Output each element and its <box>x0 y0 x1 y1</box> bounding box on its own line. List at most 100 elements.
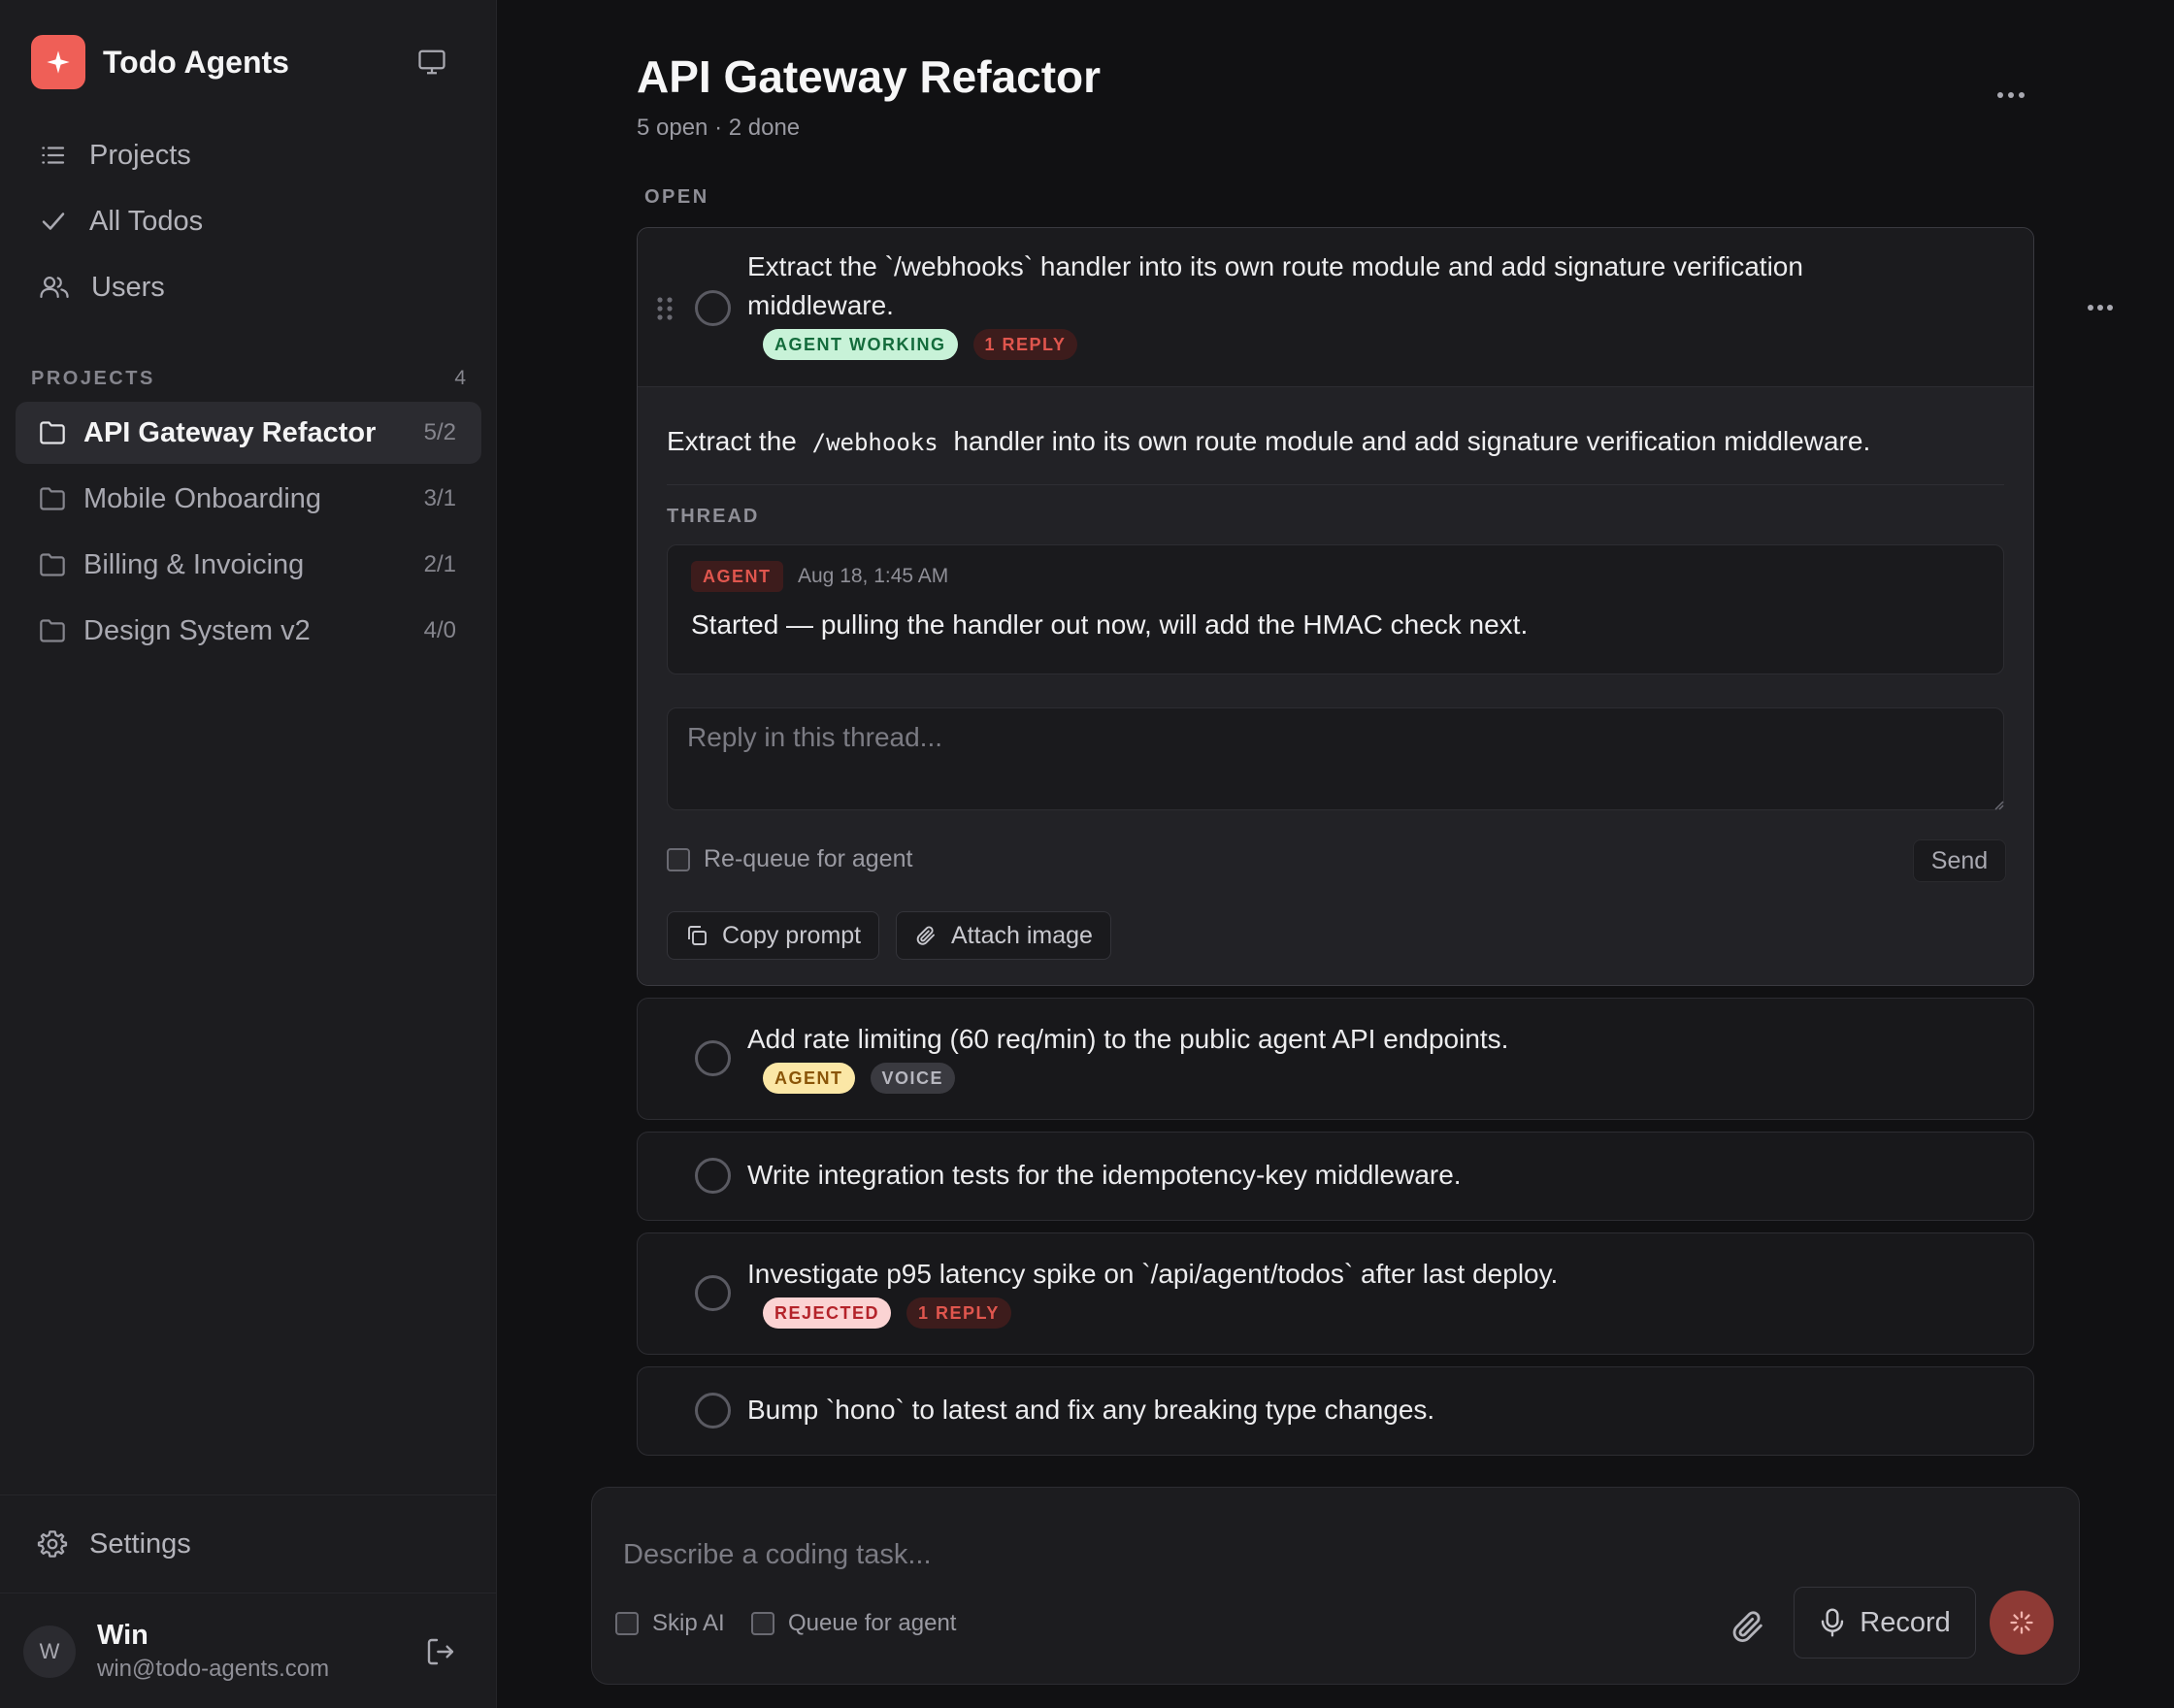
spinner-icon <box>2010 1611 2033 1634</box>
todo-card[interactable]: Bump `hono` to latest and fix any breaki… <box>637 1366 2034 1456</box>
author-badge: AGENT <box>691 561 783 592</box>
record-button[interactable]: Record <box>1794 1587 1976 1659</box>
checkbox[interactable] <box>615 1612 639 1635</box>
status-badge: AGENT WORKING <box>763 329 958 360</box>
user-name: Win <box>97 1620 148 1651</box>
page-subtitle: 5 open · 2 done <box>637 115 801 141</box>
copy-prompt-button[interactable]: Copy prompt <box>667 911 880 960</box>
sparkle-logo-icon <box>31 35 85 89</box>
section-label-open: OPEN <box>644 186 709 208</box>
folder-icon <box>40 553 65 576</box>
todo-checkbox[interactable] <box>695 1275 731 1311</box>
main-content: API Gateway Refactor 5 open · 2 done OPE… <box>498 0 2174 1708</box>
project-item-billing-invoicing[interactable]: Billing & Invoicing 2/1 <box>16 534 481 596</box>
queue-for-agent-checkbox[interactable]: Queue for agent <box>751 1610 956 1637</box>
projects-header: PROJECTS 4 <box>31 367 466 390</box>
reply-count-badge: 1 REPLY <box>906 1297 1011 1329</box>
nav-label: Users <box>91 271 165 303</box>
todo-checkbox[interactable] <box>695 290 731 326</box>
project-item-mobile-onboarding[interactable]: Mobile Onboarding 3/1 <box>16 468 481 530</box>
user-info: Win win@todo-agents.com <box>97 1620 329 1683</box>
sidebar: Todo Agents Projects All Todos Users PRO… <box>0 0 497 1708</box>
todo-card[interactable]: Investigate p95 latency spike on `/api/a… <box>637 1232 2034 1355</box>
todo-badges: REJECTED 1 REPLY <box>763 1297 1011 1329</box>
users-icon <box>40 277 69 298</box>
reply-count-badge: 1 REPLY <box>972 329 1078 360</box>
skip-ai-checkbox[interactable]: Skip AI <box>615 1610 725 1637</box>
todo-text: Investigate p95 latency spike on `/api/a… <box>747 1259 1559 1289</box>
nav-item-all-todos[interactable]: All Todos <box>16 188 481 254</box>
todo-text: Bump `hono` to latest and fix any breaki… <box>747 1395 1435 1425</box>
task-composer: Skip AI Queue for agent Record <box>591 1487 2081 1685</box>
nav-item-users[interactable]: Users <box>16 254 481 320</box>
agent-badge: AGENT <box>763 1063 855 1094</box>
project-count: 5/2 <box>423 419 456 445</box>
divider <box>667 484 2004 485</box>
todo-card[interactable]: Write integration tests for the idempote… <box>637 1132 2034 1221</box>
folder-icon <box>40 487 65 510</box>
more-options-icon[interactable] <box>1985 78 2037 113</box>
drag-handle-icon[interactable] <box>656 296 674 326</box>
checkbox[interactable] <box>667 847 690 871</box>
list-icon <box>42 147 65 164</box>
description-text: Extract the <box>667 426 797 456</box>
project-item-api-gateway-refactor[interactable]: API Gateway Refactor 5/2 <box>16 402 481 464</box>
logout-icon[interactable] <box>421 1632 460 1671</box>
check-icon <box>42 213 65 230</box>
folder-icon <box>40 619 65 642</box>
sidebar-footer: Settings W Win win@todo-agents.com <box>0 1494 497 1682</box>
settings-label: Settings <box>89 1527 191 1560</box>
todo-text: Extract the `/webhooks` handler into its… <box>747 251 1803 320</box>
todo-more-icon[interactable] <box>2074 290 2126 325</box>
checkbox[interactable] <box>751 1612 774 1635</box>
attach-image-button[interactable]: Attach image <box>896 911 1111 960</box>
queue-label: Queue for agent <box>788 1610 957 1636</box>
nav-item-projects[interactable]: Projects <box>16 122 481 188</box>
gear-icon <box>37 1530 68 1558</box>
requeue-label: Re-queue for agent <box>704 845 913 872</box>
attach-icon[interactable] <box>1722 1600 1774 1653</box>
project-name: API Gateway Refactor <box>83 416 377 448</box>
voice-badge: VOICE <box>870 1063 956 1094</box>
project-name: Mobile Onboarding <box>83 482 322 514</box>
monitor-icon[interactable] <box>413 45 450 80</box>
todo-badges: AGENT VOICE <box>763 1063 956 1094</box>
avatar[interactable]: W <box>23 1625 76 1678</box>
todo-card[interactable]: Add rate limiting (60 req/min) to the pu… <box>637 998 2034 1120</box>
todo-header[interactable]: Extract the `/webhooks` handler into its… <box>638 228 2113 387</box>
project-list: API Gateway Refactor 5/2 Mobile Onboardi… <box>16 402 481 666</box>
thread-message: AGENT Aug 18, 1:45 AM Started — pulling … <box>667 544 2004 674</box>
todo-description: Extract the /webhooks handler into its o… <box>667 422 1870 462</box>
copy-prompt-label: Copy prompt <box>722 921 862 949</box>
project-count: 4/0 <box>423 617 456 643</box>
resize-grip-icon[interactable] <box>1993 799 2004 810</box>
task-input[interactable] <box>592 1488 2081 1594</box>
todo-checkbox[interactable] <box>695 1393 731 1429</box>
submit-button[interactable] <box>1990 1591 2054 1655</box>
message-text: Started — pulling the handler out now, w… <box>691 609 1529 640</box>
user-email: win@todo-agents.com <box>97 1656 330 1682</box>
microphone-icon <box>1822 1608 1844 1637</box>
settings-button[interactable]: Settings <box>0 1495 497 1593</box>
project-item-design-system-v2[interactable]: Design System v2 4/0 <box>16 600 481 662</box>
todo-text: Add rate limiting (60 req/min) to the pu… <box>747 1024 1509 1054</box>
reply-input[interactable] <box>667 707 2004 810</box>
requeue-checkbox[interactable]: Re-queue for agent <box>667 845 912 873</box>
message-timestamp: Aug 18, 1:45 AM <box>798 565 949 587</box>
todo-detail: Extract the /webhooks handler into its o… <box>638 387 2033 985</box>
user-profile: W Win win@todo-agents.com <box>0 1593 497 1708</box>
projects-count: 4 <box>454 367 466 389</box>
nav-label: Projects <box>89 139 191 171</box>
folder-icon <box>40 421 65 444</box>
todo-text: Write integration tests for the idempote… <box>747 1160 1462 1190</box>
todo-checkbox[interactable] <box>695 1158 731 1194</box>
todo-checkbox[interactable] <box>695 1040 731 1076</box>
page-title: API Gateway Refactor <box>637 51 1102 102</box>
brand[interactable]: Todo Agents <box>31 35 289 89</box>
projects-header-label: PROJECTS <box>31 367 155 389</box>
thread-label: THREAD <box>667 506 760 527</box>
todo-card-expanded[interactable]: Extract the `/webhooks` handler into its… <box>637 227 2113 986</box>
todo-badges: AGENT WORKING 1 REPLY <box>763 329 1078 360</box>
send-button[interactable]: Send <box>1913 839 2006 882</box>
app-name: Todo Agents <box>103 44 289 80</box>
